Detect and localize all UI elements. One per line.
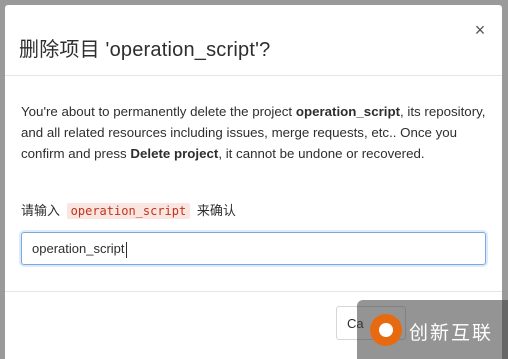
confirm-code: operation_script <box>66 203 191 219</box>
dialog-title: 删除项目 'operation_script'? <box>19 39 271 61</box>
close-icon[interactable]: × <box>472 21 488 39</box>
watermark: 创新互联 <box>357 300 508 359</box>
confirm-instruction: 请输入 operation_script 来确认 <box>21 200 236 219</box>
watermark-logo-icon <box>370 314 402 346</box>
dialog-header: 删除项目 'operation_script'? × <box>5 5 502 76</box>
confirm-project-name-input[interactable]: operation_script <box>21 232 486 265</box>
confirm-prefix: 请输入 <box>21 203 61 218</box>
delete-action-name: Delete project <box>130 146 219 161</box>
input-value: operation_script <box>32 241 125 256</box>
description-part1: You're about to permanently delete the p… <box>21 104 296 119</box>
description-part3: , it cannot be undone or recovered. <box>218 146 425 161</box>
confirm-suffix: 来确认 <box>196 203 236 218</box>
watermark-text: 创新互联 <box>409 323 494 344</box>
dialog-body: You're about to permanently delete the p… <box>21 101 491 164</box>
warning-description: You're about to permanently delete the p… <box>21 101 491 164</box>
project-name: operation_script <box>295 104 401 119</box>
